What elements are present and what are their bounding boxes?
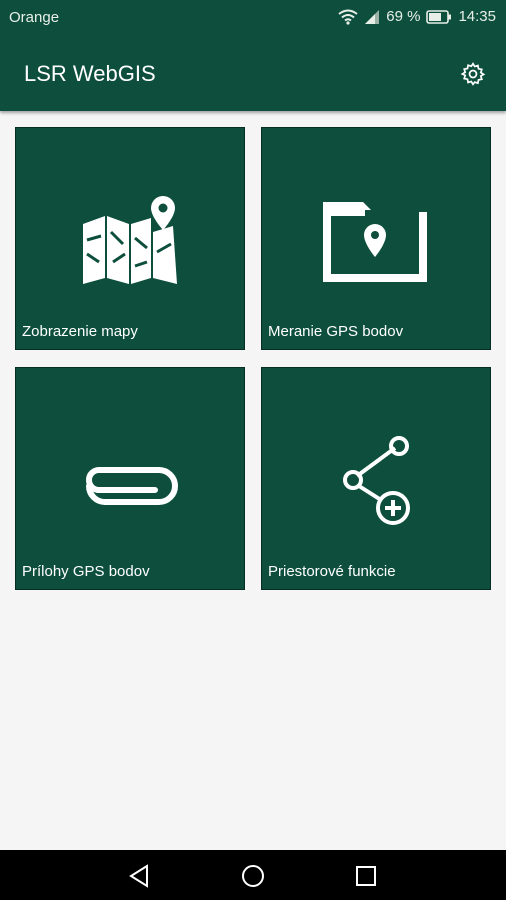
tile-label: Meranie GPS bodov (268, 323, 404, 340)
recents-icon[interactable] (353, 863, 379, 889)
carrier-name: Orange (9, 9, 60, 26)
share-add-icon (343, 436, 410, 525)
tile-gps-attachments[interactable]: Prílohy GPS bodov (15, 367, 245, 590)
battery-percent: 69 % (386, 8, 421, 25)
back-icon[interactable] (127, 863, 153, 889)
tile-label: Zobrazenie mapy (22, 323, 138, 340)
map-pin-icon (83, 196, 177, 284)
status-bar: Orange 69 % 14:35 (0, 0, 506, 36)
paperclip-icon (86, 467, 178, 505)
tile-label: Priestorové funkcie (268, 563, 396, 580)
app-title: LSR WebGIS (24, 61, 156, 86)
home-icon[interactable] (240, 863, 266, 889)
battery-icon (426, 9, 452, 24)
tile-map-view[interactable]: Zobrazenie mapy (15, 127, 245, 350)
wifi-icon (338, 9, 358, 25)
status-icons: 69 % 14:35 (338, 8, 496, 25)
tile-spatial-functions[interactable]: Priestorové funkcie (261, 367, 491, 590)
signal-icon (365, 9, 380, 24)
status-time: 14:35 (458, 8, 496, 25)
system-nav-bar (0, 850, 506, 900)
tile-label: Prílohy GPS bodov (22, 563, 150, 580)
app-bar: LSR WebGIS (0, 36, 506, 111)
gear-icon[interactable] (460, 61, 486, 87)
tile-gps-measure[interactable]: Meranie GPS bodov (261, 127, 491, 350)
folder-pin-icon (323, 202, 427, 282)
